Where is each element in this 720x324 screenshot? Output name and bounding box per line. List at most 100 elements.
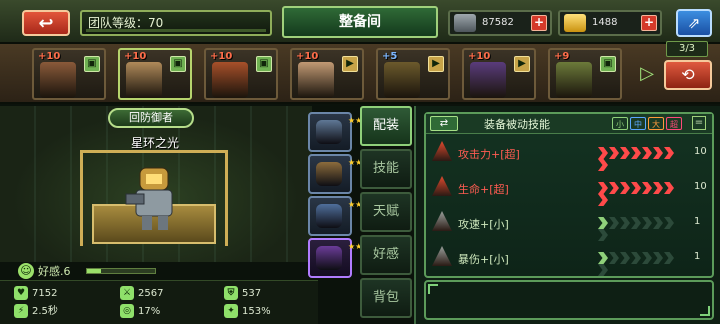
hero-card[interactable]: +5 ▶ [376,48,450,100]
skill-level-bar [598,217,684,241]
team-count: 3/3 [666,41,708,57]
team-level-bar [86,29,266,32]
tab-item[interactable]: 配装 [360,106,412,146]
hero-figure[interactable] [122,162,188,232]
favor-label: 好感.6 [38,265,71,278]
chevron-icon [598,264,608,276]
equipment-slot[interactable]: ★★★★ [308,196,377,236]
skill-level-bar [598,182,684,206]
favor-row: ☺ 好感.6 [14,262,314,280]
hero-stats: ♥ 7152 ⚔ 2567 ⛨ 537 ⚡ 2.5秒 ◎ 17% ✦ 153% [0,280,318,324]
add-silver-button[interactable]: + [531,15,547,31]
hero-level: +10 [38,51,61,62]
skill-row[interactable]: 攻速+[小] 1 [432,208,708,241]
silver-ingot-icon [454,14,476,32]
chevron-icon [631,182,641,194]
chevron-icon [642,147,652,159]
share-icon: ⇗ [687,14,701,32]
hero-name: 星环之光 [130,136,179,150]
stat-value: 2.5秒 [32,306,58,317]
corner-deco [428,284,438,294]
tab-item[interactable]: 技能 [360,149,412,189]
hero-class-badge[interactable]: 回防御者 [108,108,194,128]
skill-icon [432,246,452,266]
chevron-icon [653,217,663,229]
back-button[interactable]: ↩ [22,10,70,36]
skill-name: 暴伤+[小] [458,253,509,266]
silver-amount: 87582 [482,17,514,28]
attack-icon: ⚔ [120,286,134,300]
chevron-icon [653,182,663,194]
crit-damage-icon: ✦ [224,304,238,318]
skills-header: ⇄ 装备被动技能 小中大超 = [426,114,712,134]
hero-level: +10 [124,51,147,62]
stat-value: 2567 [138,288,164,299]
swap-skills-button[interactable]: ⇄ [430,116,458,131]
star-rating-icon: ★★★★ [348,242,377,251]
video-icon: ▶ [342,56,358,72]
team-level-panel: 团队等级：70 [80,10,272,36]
hero-portrait [298,62,334,98]
video-icon: ▶ [428,56,444,72]
corner-deco [700,306,710,316]
hero-card[interactable]: +10 ▣ [32,48,106,100]
skill-icon [432,176,452,196]
chevron-icon [598,182,608,194]
armor-icon: ⛨ [224,286,238,300]
stat-value: 17% [138,306,161,317]
chevron-icon [609,182,619,194]
stat-value: 537 [242,288,262,299]
share-button[interactable]: ⇗ [676,9,712,37]
star-rating-icon: ★★★★ [348,200,377,209]
equipment-slot[interactable]: ★★★★ [308,238,377,278]
heart-icon: ♥ [14,286,28,300]
roster-next-arrow-icon[interactable]: ▷ [638,60,656,88]
tab-item[interactable]: 好感 [360,235,412,275]
hero-card[interactable]: +9 ▣ [548,48,622,100]
skills-title: 装备被动技能 [484,118,550,131]
favor-bar [86,268,156,274]
skill-level-bar [598,147,684,171]
hero-portrait [212,62,248,98]
passive-skills-box: ⇄ 装备被动技能 小中大超 = 攻击力+[超] 10 生命+[超] 10 攻速+[小] 1… [424,112,714,278]
hero-card[interactable]: +10 ▣ [118,48,192,100]
add-gold-button[interactable]: + [641,15,657,31]
equals-icon: = [692,116,706,130]
skill-row[interactable]: 暴伤+[小] 1 [432,243,708,276]
equipment-icon [316,120,342,144]
hero-portrait [384,62,420,98]
hero-card[interactable]: +10 ▣ [204,48,278,100]
skill-name: 攻击力+[超] [458,148,520,161]
equipment-slot[interactable]: ★★★★ [308,154,377,194]
video-icon: ▶ [514,56,530,72]
skill-icon [432,141,452,161]
chevron-icon [598,229,608,241]
chevron-icon [598,194,608,206]
skill-row[interactable]: 攻击力+[超] 10 [432,138,708,171]
chevron-icon [620,217,630,229]
chevron-icon [631,252,641,264]
equipment-icon [316,204,342,228]
chevron-icon [631,147,641,159]
size-chip: 大 [648,117,664,130]
equipment-icon [316,246,342,270]
stat-value: 153% [242,306,271,317]
size-chip: 中 [630,117,646,130]
skill-description-box [424,280,714,320]
hero-card[interactable]: +10 ▶ [290,48,364,100]
skill-row[interactable]: 生命+[超] 10 [432,173,708,206]
tab-item[interactable]: 背包 [360,278,412,318]
equipment-slot[interactable]: ★★★★ [308,112,377,152]
card-icon: ▣ [256,56,272,72]
team-level-label: 团队等级：70 [88,16,164,30]
chevron-icon [664,217,674,229]
hero-card[interactable]: +10 ▶ [462,48,536,100]
swap-icon: ⇄ [439,118,449,129]
tab-item[interactable]: 天赋 [360,192,412,232]
skill-level-bar [598,252,684,276]
skill-value: 10 [694,181,707,192]
skill-value: 10 [694,146,707,157]
team-swap-button[interactable]: ⟲ [664,60,712,90]
chevron-icon [609,217,619,229]
hero-portrait [556,62,592,98]
